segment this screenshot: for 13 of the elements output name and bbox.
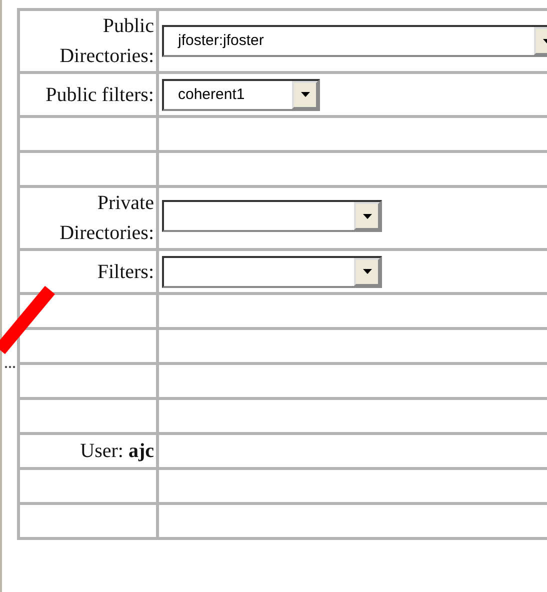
caret-icon — [362, 269, 372, 274]
caret-icon — [362, 214, 372, 218]
field-label: Public filters: — [46, 82, 154, 108]
field-label: Public Directories: — [58, 14, 154, 69]
dropdown[interactable]: coherent1 — [162, 78, 320, 110]
grip-icon[interactable] — [5, 365, 15, 369]
field-label: Private Directories: — [58, 191, 154, 246]
caret-icon — [300, 92, 310, 97]
dropdown[interactable] — [162, 256, 382, 288]
dropdown[interactable] — [162, 200, 382, 232]
field-label: Filters: — [97, 260, 154, 284]
dropdown[interactable]: jfoster:jfoster — [162, 25, 547, 57]
user-label: User: ajc — [80, 439, 154, 464]
